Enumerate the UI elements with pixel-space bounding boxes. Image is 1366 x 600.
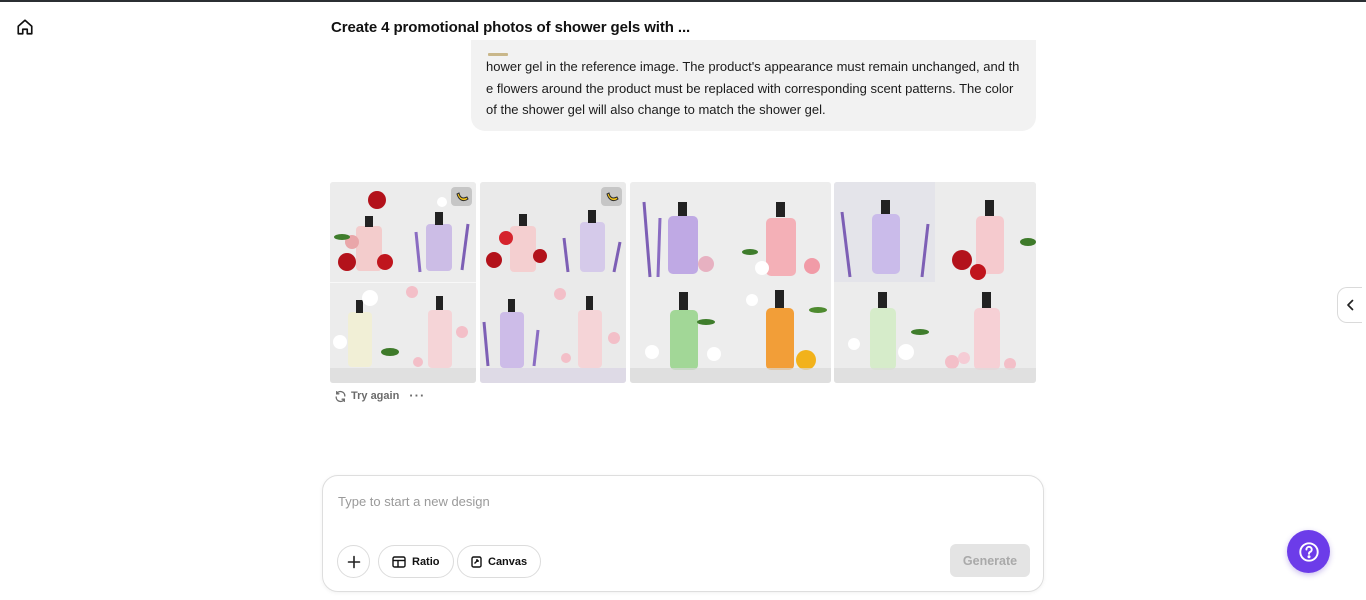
home-button[interactable] bbox=[14, 16, 36, 38]
more-options-button[interactable]: ··· bbox=[409, 389, 425, 403]
message-line: e flowers around the product must be rep… bbox=[486, 80, 1014, 96]
plus-icon bbox=[347, 555, 360, 568]
banana-icon bbox=[605, 191, 619, 201]
side-panel-toggle[interactable] bbox=[1337, 287, 1362, 323]
question-icon bbox=[1298, 541, 1319, 562]
banana-badge bbox=[451, 187, 472, 206]
result-actions: Try again ··· bbox=[334, 389, 425, 403]
add-button[interactable] bbox=[337, 545, 370, 578]
canvas-icon bbox=[471, 555, 482, 568]
chevron-left-icon bbox=[1346, 299, 1353, 311]
ratio-button[interactable]: Ratio bbox=[378, 545, 454, 578]
banana-badge bbox=[601, 187, 622, 206]
try-again-label: Try again bbox=[351, 390, 400, 402]
banana-icon bbox=[455, 191, 469, 201]
result-image-4[interactable] bbox=[834, 182, 1036, 383]
try-again-button[interactable]: Try again bbox=[334, 390, 399, 403]
help-button[interactable] bbox=[1287, 530, 1330, 573]
ratio-icon bbox=[392, 555, 406, 568]
cropped-image-edge bbox=[488, 53, 508, 56]
result-image-3[interactable] bbox=[630, 182, 831, 383]
home-icon bbox=[17, 19, 33, 35]
canvas-button[interactable]: Canvas bbox=[457, 545, 542, 578]
refresh-icon bbox=[335, 390, 346, 402]
user-message-bubble: hower gel in the reference image. The pr… bbox=[471, 40, 1036, 131]
generate-button[interactable]: Generate bbox=[950, 544, 1030, 577]
prompt-composer: Ratio Canvas Generate bbox=[322, 475, 1044, 592]
message-text: hower gel in the reference image. The pr… bbox=[486, 56, 1022, 121]
message-line: of the shower gel will also change to ma… bbox=[486, 102, 826, 117]
result-image-1[interactable] bbox=[330, 182, 476, 383]
top-border bbox=[0, 0, 1366, 2]
result-gallery bbox=[330, 182, 1036, 383]
canvas-label: Canvas bbox=[488, 555, 528, 568]
result-image-2[interactable] bbox=[480, 182, 626, 383]
prompt-input[interactable] bbox=[338, 490, 1028, 512]
page-title: Create 4 promotional photos of shower ge… bbox=[331, 19, 691, 36]
message-line: hower gel in the reference image. The pr… bbox=[486, 59, 1020, 74]
ratio-label: Ratio bbox=[412, 555, 440, 568]
